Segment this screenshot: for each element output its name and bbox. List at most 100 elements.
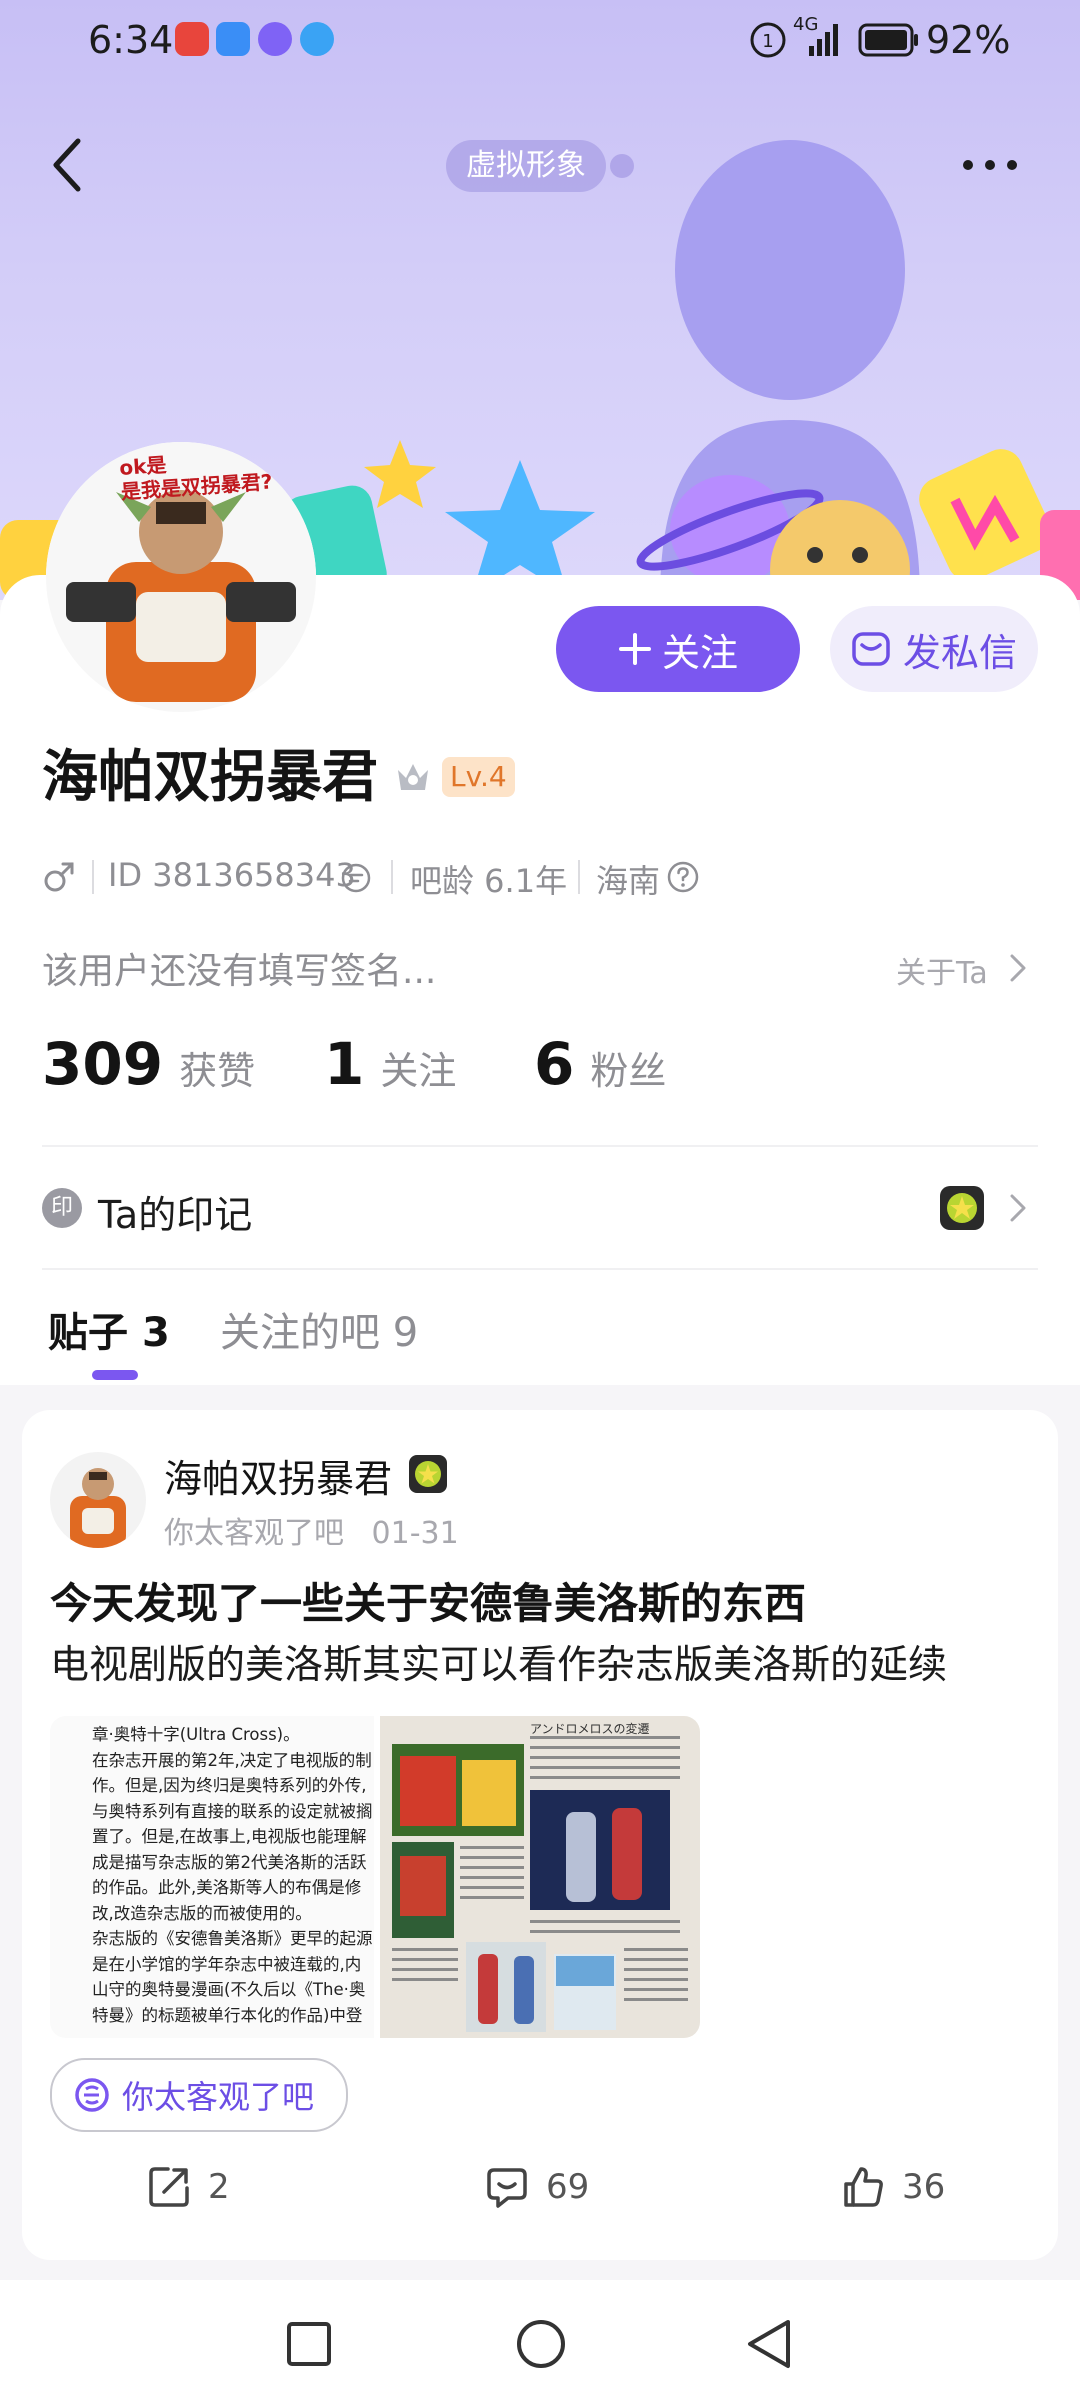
share-button[interactable]: 2 — [146, 2164, 230, 2210]
badge-medal-icon[interactable] — [938, 1184, 986, 1232]
browser-app-icon — [300, 22, 334, 56]
battery-percent: 92% — [926, 18, 1011, 62]
post-author-avatar[interactable] — [50, 1452, 146, 1548]
badge-seal-icon: 印 — [42, 1188, 82, 1228]
divider — [42, 1268, 1038, 1270]
comment-count: 69 — [546, 2167, 590, 2207]
image-text-line: 作。但是,因为终归是奥特系列的外传, — [92, 1776, 367, 1795]
magazine-illustration — [392, 1736, 688, 2032]
post-image-1-text: 章·奥特十字(Ultra Cross)。 在杂志开展的第2年,决定了电视版的制 … — [92, 1722, 373, 2028]
more-icon[interactable] — [960, 150, 1020, 180]
about-link[interactable]: 关于Ta — [896, 948, 988, 992]
copy-icon[interactable] — [340, 862, 372, 894]
tab-posts-count: 3 — [141, 1310, 170, 1356]
forum-tag[interactable]: 你太客观了吧 — [50, 2058, 349, 2132]
like-button[interactable]: 36 — [840, 2164, 945, 2210]
male-icon — [44, 862, 74, 892]
tab-forums-count: 9 — [392, 1310, 419, 1356]
avatar[interactable]: ok是 是我是双拐暴君? — [46, 442, 316, 712]
comment-icon — [487, 2168, 527, 2208]
chevron-right-icon — [1010, 954, 1026, 982]
forum-icon — [75, 2078, 109, 2112]
stat-fans-value: 6 — [534, 1030, 575, 1098]
stat-likes-value: 309 — [42, 1030, 164, 1098]
signature: 该用户还没有填写签名... — [42, 951, 437, 992]
avatar-mode-indicator — [610, 154, 634, 178]
username: 海帕双拐暴君 — [42, 745, 378, 810]
like-count: 36 — [902, 2167, 946, 2207]
share-icon — [149, 2167, 189, 2207]
status-time: 6:34 — [88, 18, 174, 62]
image-text-line: 是在小学馆的学年杂志中被连载的,内 — [92, 1954, 362, 1974]
svg-text:1: 1 — [762, 31, 773, 52]
follow-button[interactable]: 关注 — [556, 606, 800, 692]
comment-button[interactable]: 69 — [484, 2164, 589, 2210]
stat-likes-label: 获赞 — [179, 1049, 256, 1093]
post-image-1[interactable]: 章·奥特十字(Ultra Cross)。 在杂志开展的第2年,决定了电视版的制 … — [50, 1716, 374, 2038]
weather-app-icon — [216, 22, 250, 56]
level-badge[interactable]: Lv.4 — [442, 757, 515, 797]
music-app-icon — [258, 22, 292, 56]
tieba-age: 吧龄 6.1年 — [410, 862, 568, 900]
post-title[interactable]: 今天发现了一些关于安德鲁美洛斯的东西 — [50, 1570, 806, 1631]
magazine-heading: アンドロメロスの変遷 — [530, 1722, 650, 1736]
stat-fans[interactable]: 6 粉丝 — [534, 1030, 666, 1098]
back-icon[interactable] — [48, 135, 88, 195]
post-author-name[interactable]: 海帕双拐暴君 — [164, 1448, 392, 1503]
image-text-line: 成是描写杂志版的第2代美洛斯的活跃 — [92, 1852, 367, 1872]
system-nav-bar — [0, 2280, 1080, 2400]
post-forum: 你太客观了吧 — [164, 1516, 344, 1551]
back-nav-icon[interactable] — [744, 2316, 794, 2372]
home-icon[interactable] — [515, 2318, 567, 2370]
tab-forums-label: 关注的吧 — [220, 1310, 380, 1356]
location: 海南 — [596, 862, 661, 900]
stat-likes[interactable]: 309 获赞 — [42, 1030, 255, 1098]
image-text-line: 章·奥特十字(Ultra Cross)。 — [92, 1725, 300, 1744]
private-message-button[interactable]: 发私信 — [830, 606, 1038, 692]
share-count: 2 — [208, 2167, 230, 2207]
stat-fans-label: 粉丝 — [590, 1049, 667, 1093]
image-text-line: 与奥特系列有直接的联系的设定就被搁 — [92, 1801, 373, 1821]
tab-active-indicator — [92, 1370, 138, 1380]
signal-icon — [809, 24, 838, 56]
tab-posts[interactable]: 贴子 3 — [48, 1300, 170, 1358]
thumbs-up-icon — [844, 2167, 883, 2207]
image-text-line: 山守的奥特曼漫画(不久后以《The·奥 — [92, 1980, 366, 1999]
avatar-mode-chip[interactable]: 虚拟形象 — [446, 140, 606, 192]
post-body[interactable]: 电视剧版的美洛斯其实可以看作杂志版美洛斯的延续 — [50, 1634, 947, 1690]
hd-call-icon: 1 — [750, 22, 786, 58]
tab-posts-label: 贴子 — [48, 1310, 128, 1356]
image-text-line: 杂志版的《安德鲁美洛斯》更早的起源 — [92, 1929, 373, 1948]
user-id: ID 3813658343 — [108, 856, 356, 894]
info-divider — [92, 860, 94, 894]
chevron-right-icon — [1010, 1194, 1026, 1222]
huawei-app-icon — [175, 22, 209, 56]
follow-label: 关注 — [661, 630, 738, 675]
message-icon — [852, 632, 890, 666]
stat-following[interactable]: 1 关注 — [324, 1030, 456, 1098]
battery-icon — [858, 23, 918, 57]
post-image-2[interactable]: アンドロメロスの変遷 — [380, 1716, 700, 2038]
level-crown-icon — [398, 764, 428, 790]
info-divider — [578, 860, 580, 894]
author-medal-icon — [409, 1455, 447, 1493]
image-text-line: 的作品。此外,美洛斯等人的布偶是修 — [92, 1878, 362, 1897]
stat-following-value: 1 — [324, 1030, 365, 1098]
badges-label[interactable]: Ta的印记 — [98, 1184, 252, 1239]
image-text-line: 在杂志开展的第2年,决定了电视版的制 — [92, 1750, 372, 1770]
tab-followed-forums[interactable]: 关注的吧 9 — [220, 1300, 418, 1358]
image-text-line: 特曼》的标题被单行本化的作品)中登 — [92, 2005, 363, 2025]
message-label: 发私信 — [902, 630, 1017, 675]
recent-apps-icon[interactable] — [285, 2320, 333, 2368]
post-date: 01-31 — [371, 1516, 459, 1551]
divider — [42, 1145, 1038, 1147]
plus-icon — [618, 633, 651, 665]
help-icon[interactable] — [666, 860, 700, 894]
forum-tag-label: 你太客观了吧 — [122, 2078, 315, 2116]
stat-following-label: 关注 — [380, 1049, 457, 1093]
image-text-line: 改,改造杂志版的而被使用的。 — [92, 1903, 312, 1923]
image-text-line: 置了。但是,在故事上,电视版也能理解 — [92, 1827, 367, 1846]
post-author-avatar-image — [70, 1468, 126, 1548]
info-divider — [391, 860, 393, 894]
post-meta: 你太客观了吧 01-31 — [164, 1508, 459, 1552]
